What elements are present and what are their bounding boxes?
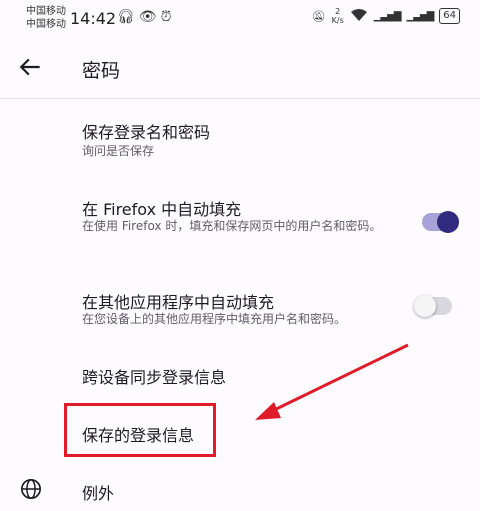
pref-title: 保存登录名和密码 (82, 123, 211, 142)
pref-subtitle: 在您设备上的其他应用程序中填充用户名和密码。 (82, 312, 347, 326)
globe-icon (21, 479, 41, 499)
status-bar: 中国移动 中国移动 14:42 🎧︎ 👁︎ ⏰︎ 🔕︎ 2 K/s ▁▃▅▇ ▁… (0, 0, 480, 36)
alarm-icon: ⏰︎ (160, 9, 172, 25)
pref-subtitle: 询问是否保存 (82, 144, 155, 158)
toggle-thumb (437, 211, 459, 233)
pref-title: 例外 (82, 484, 115, 503)
mute-icon: 🔕︎ (311, 9, 326, 23)
pref-title: 在 Firefox 中自动填充 (82, 200, 242, 219)
pref-subtitle: 在使用 Firefox 时，填充和保存网页中的用户名和密码。 (82, 219, 382, 233)
back-arrow-icon[interactable] (18, 54, 44, 80)
network-rate: 2 K/s (331, 7, 344, 25)
annotation-highlight-box (64, 403, 216, 457)
eye-icon: 👁︎ (138, 9, 157, 25)
headphones-icon: 🎧︎ (117, 9, 135, 25)
signal-2-icon: ▁▃▅▇ (406, 10, 435, 22)
wifi-icon (350, 8, 368, 25)
app-bar: 密码 (0, 36, 480, 99)
signal-1-icon: ▁▃▅▇ (373, 10, 402, 22)
carrier-1: 中国移动 (26, 6, 66, 17)
toggle-thumb (414, 295, 436, 317)
status-left-icons: 🎧︎ 👁︎ ⏰︎ (117, 9, 171, 25)
battery-icon: 64 (439, 8, 460, 24)
carrier-info: 中国移动 中国移动 (26, 5, 66, 31)
status-right-icons: 🔕︎ 2 K/s ▁▃▅▇ ▁▃▅▇ 64 (312, 7, 460, 25)
status-time: 14:42 (70, 9, 117, 28)
carrier-2: 中国移动 (26, 19, 66, 30)
page-title: 密码 (82, 60, 121, 82)
pref-title: 在其他应用程序中自动填充 (82, 293, 275, 312)
pref-title: 跨设备同步登录信息 (82, 368, 227, 387)
